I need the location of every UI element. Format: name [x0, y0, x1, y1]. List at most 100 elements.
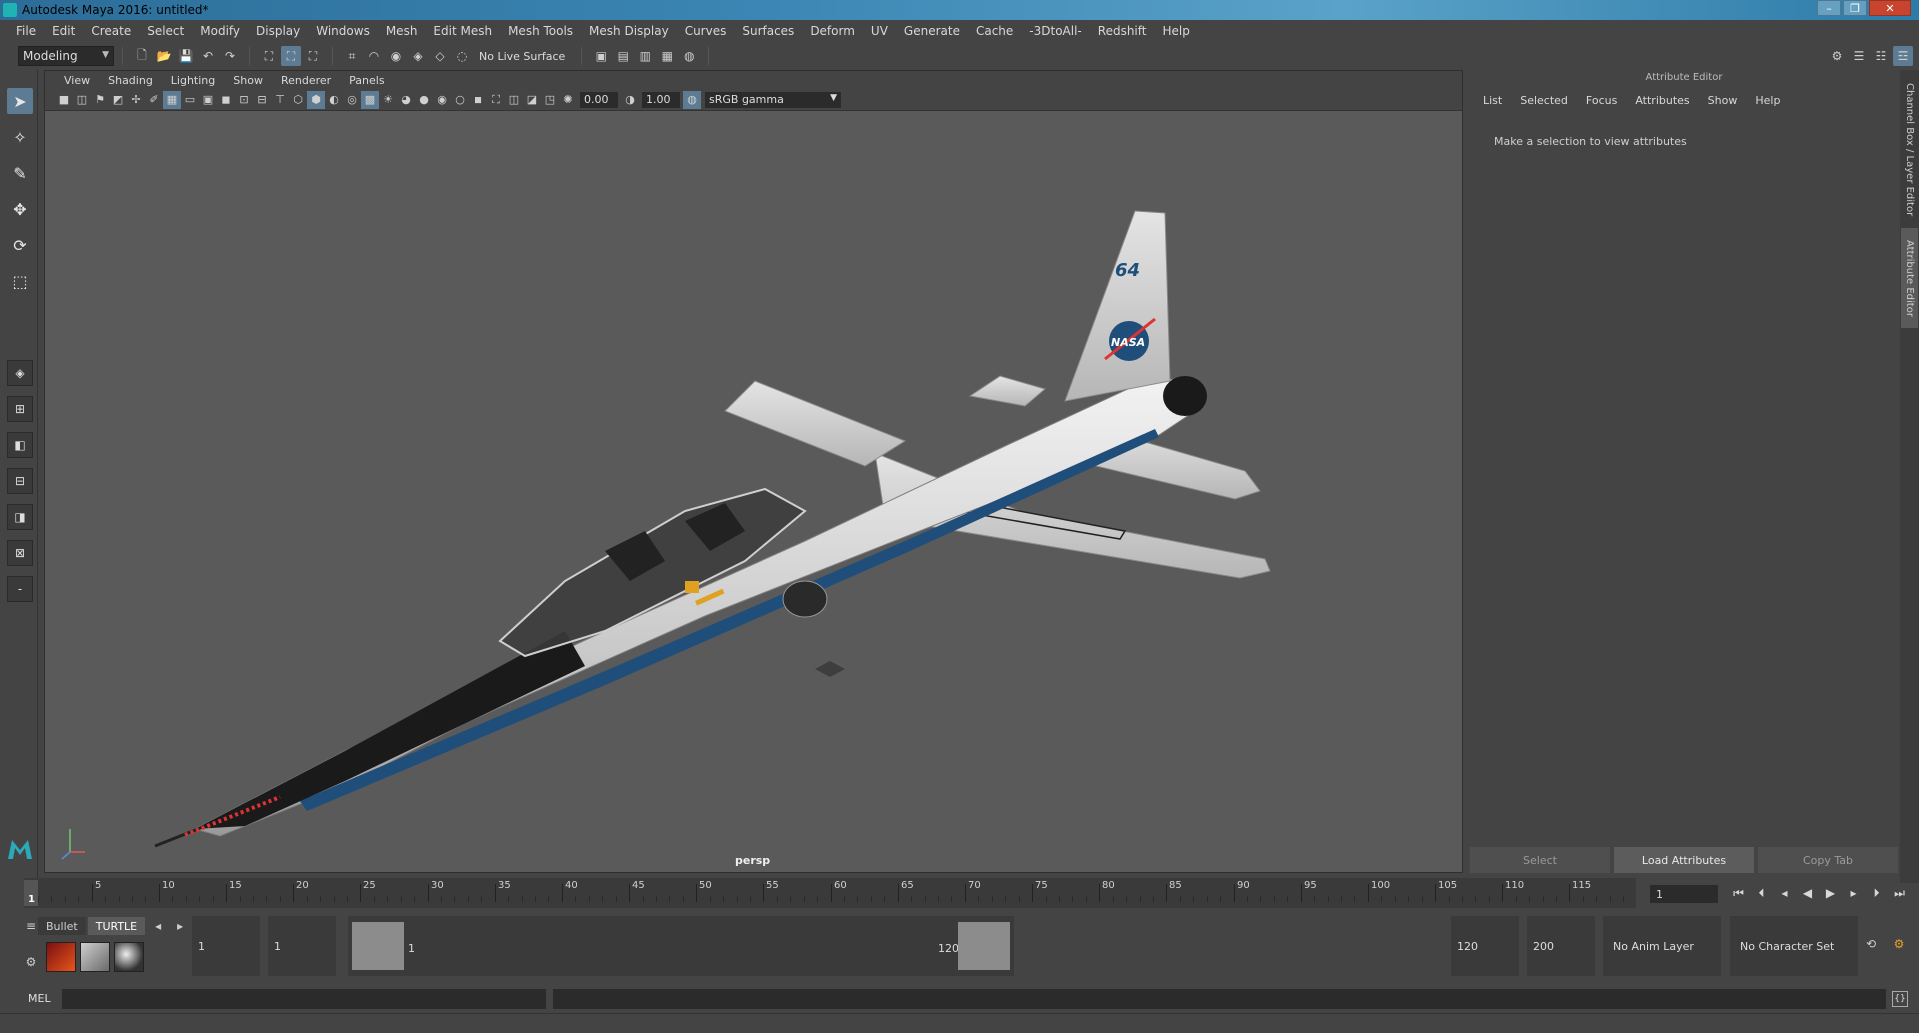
camera-select-icon[interactable]: ■ — [55, 91, 73, 109]
default-lighting-icon[interactable]: ◐ — [325, 91, 343, 109]
viewport-scene[interactable]: 64 NASA N864NA — [45, 111, 1462, 872]
scale-tool-icon[interactable]: ⬚ — [7, 268, 33, 294]
wireframe-on-shaded-icon[interactable]: ◎ — [343, 91, 361, 109]
channel-box-tab[interactable]: Channel Box / Layer Editor — [1901, 80, 1918, 220]
menu-create[interactable]: Create — [83, 24, 139, 38]
field-chart-icon[interactable]: ⊡ — [235, 91, 253, 109]
hypershade-layout-icon[interactable]: ◨ — [7, 504, 33, 530]
move-tool-icon[interactable]: ✥ — [7, 196, 33, 222]
range-start-handle[interactable] — [352, 922, 404, 970]
perspective-viewport[interactable]: View Shading Lighting Show Renderer Pane… — [44, 70, 1463, 873]
persp-graph-hypergraph-layout-icon[interactable]: ⊠ — [7, 540, 33, 566]
select-tool-icon[interactable]: ➤ — [7, 88, 33, 114]
ae-menu-selected[interactable]: Selected — [1511, 94, 1577, 107]
snap-view-plane-icon[interactable]: ◈ — [408, 46, 428, 66]
select-by-component-icon[interactable]: ⛶ — [303, 46, 323, 66]
shelf-tab-turtle[interactable]: TURTLE — [87, 917, 146, 935]
menu-surfaces[interactable]: Surfaces — [734, 24, 802, 38]
modeling-toolkit-icon[interactable]: ⚙ — [1827, 46, 1847, 66]
panel-menu-renderer[interactable]: Renderer — [272, 74, 340, 87]
go-to-start-icon[interactable]: ⏮ — [1728, 883, 1749, 903]
tool-settings-icon[interactable]: ☷ — [1871, 46, 1891, 66]
shelf-tab-bullet[interactable]: Bullet — [38, 917, 86, 935]
rotate-tool-icon[interactable]: ⟳ — [7, 232, 33, 258]
menu-curves[interactable]: Curves — [677, 24, 735, 38]
menu-edit-mesh[interactable]: Edit Mesh — [425, 24, 500, 38]
depth-of-field-icon[interactable]: ◾ — [469, 91, 487, 109]
panel-menu-panels[interactable]: Panels — [340, 74, 393, 87]
menu-edit[interactable]: Edit — [44, 24, 83, 38]
persp-outliner-layout-icon[interactable]: ◧ — [7, 432, 33, 458]
animation-preferences-icon[interactable]: ⚙ — [1889, 934, 1909, 954]
menu-display[interactable]: Display — [248, 24, 308, 38]
exposure-field[interactable]: 0.00 — [580, 91, 618, 108]
menu-3dtoall[interactable]: -3DtoAll- — [1021, 24, 1089, 38]
undo-icon[interactable]: ↶ — [198, 46, 218, 66]
film-gate-icon[interactable]: ▭ — [181, 91, 199, 109]
step-back-frame-icon[interactable]: ◂ — [1774, 883, 1795, 903]
range-end-handle[interactable] — [958, 922, 1010, 970]
save-scene-icon[interactable]: 💾 — [176, 46, 196, 66]
menu-redshift[interactable]: Redshift — [1090, 24, 1155, 38]
channel-box-toggle-icon[interactable]: ☲ — [1893, 46, 1913, 66]
xray-components-icon[interactable]: ◳ — [541, 91, 559, 109]
step-forward-key-icon[interactable]: ⏵ — [1866, 883, 1887, 903]
snap-curve-icon[interactable]: ◠ — [364, 46, 384, 66]
menu-set-dropdown[interactable]: Modeling ▼ — [18, 46, 114, 66]
custom-layout-icon[interactable]: - — [7, 576, 33, 602]
grease-pencil-icon[interactable]: ✐ — [145, 91, 163, 109]
close-button[interactable]: ✕ — [1869, 0, 1911, 16]
lasso-tool-icon[interactable]: ✧ — [7, 124, 33, 150]
select-by-object-icon[interactable]: ⛶ — [281, 46, 301, 66]
turtle-bake-icon[interactable] — [80, 942, 110, 972]
snap-point-icon[interactable]: ◉ — [386, 46, 406, 66]
render-view-icon[interactable]: ▣ — [591, 46, 611, 66]
color-management-icon[interactable]: ◍ — [683, 90, 701, 109]
turtle-render-icon[interactable] — [46, 942, 76, 972]
play-backwards-icon[interactable]: ◀ — [1797, 883, 1818, 903]
render-frame-icon[interactable]: ▤ — [613, 46, 633, 66]
time-slider[interactable]: 1 5 10 15 20 25 30 35 40 45 50 55 60 65 70 75 80 85 90 95 1… — [24, 878, 1636, 908]
safe-title-icon[interactable]: ⊤ — [271, 91, 289, 109]
grid-icon[interactable]: ▦ — [163, 90, 181, 109]
step-back-key-icon[interactable]: ⏴ — [1751, 883, 1772, 903]
redo-icon[interactable]: ↷ — [220, 46, 240, 66]
ae-menu-attributes[interactable]: Attributes — [1626, 94, 1698, 107]
menu-cache[interactable]: Cache — [968, 24, 1021, 38]
load-attributes-button[interactable]: Load Attributes — [1614, 847, 1754, 873]
anti-aliasing-icon[interactable]: ○ — [451, 91, 469, 109]
select-button[interactable]: Select — [1470, 847, 1610, 873]
bookmarks-icon[interactable]: ⚑ — [91, 91, 109, 109]
shelf-settings-icon[interactable]: ⚙ — [21, 952, 41, 972]
ae-menu-show[interactable]: Show — [1699, 94, 1747, 107]
script-editor-icon[interactable]: {} — [1892, 991, 1908, 1007]
animation-start-field[interactable]: 1 — [192, 916, 260, 976]
copy-tab-button[interactable]: Copy Tab — [1758, 847, 1898, 873]
four-view-layout-icon[interactable]: ⊞ — [7, 396, 33, 422]
menu-mesh-display[interactable]: Mesh Display — [581, 24, 677, 38]
menu-windows[interactable]: Windows — [308, 24, 378, 38]
panel-menu-view[interactable]: View — [55, 74, 99, 87]
textured-icon[interactable]: ▩ — [361, 90, 379, 109]
snap-surface-icon[interactable]: ◇ — [430, 46, 450, 66]
view-transform-dropdown[interactable]: sRGB gamma ▼ — [705, 91, 841, 108]
current-frame-field[interactable]: 1 — [1650, 885, 1718, 903]
menu-mesh[interactable]: Mesh — [378, 24, 426, 38]
menu-mesh-tools[interactable]: Mesh Tools — [500, 24, 581, 38]
open-scene-icon[interactable]: 📂 — [154, 46, 174, 66]
hypershade-icon[interactable]: ◍ — [679, 46, 699, 66]
xray-joints-icon[interactable]: ◪ — [523, 91, 541, 109]
ipr-render-icon[interactable]: ▥ — [635, 46, 655, 66]
turtle-sphere-icon[interactable] — [114, 942, 144, 972]
new-scene-icon[interactable]: 🗋 — [132, 46, 152, 66]
screen-space-ao-icon[interactable]: ● — [415, 91, 433, 109]
resolution-gate-icon[interactable]: ▣ — [199, 91, 217, 109]
smooth-shade-icon[interactable]: ⬢ — [307, 90, 325, 109]
range-slider[interactable]: 1 120 — [348, 916, 1014, 976]
step-forward-frame-icon[interactable]: ▸ — [1843, 883, 1864, 903]
menu-deform[interactable]: Deform — [802, 24, 863, 38]
two-d-pan-zoom-icon[interactable]: ✢ — [127, 91, 145, 109]
panel-menu-shading[interactable]: Shading — [99, 74, 162, 87]
menu-file[interactable]: File — [8, 24, 44, 38]
paint-select-tool-icon[interactable]: ✎ — [7, 160, 33, 186]
